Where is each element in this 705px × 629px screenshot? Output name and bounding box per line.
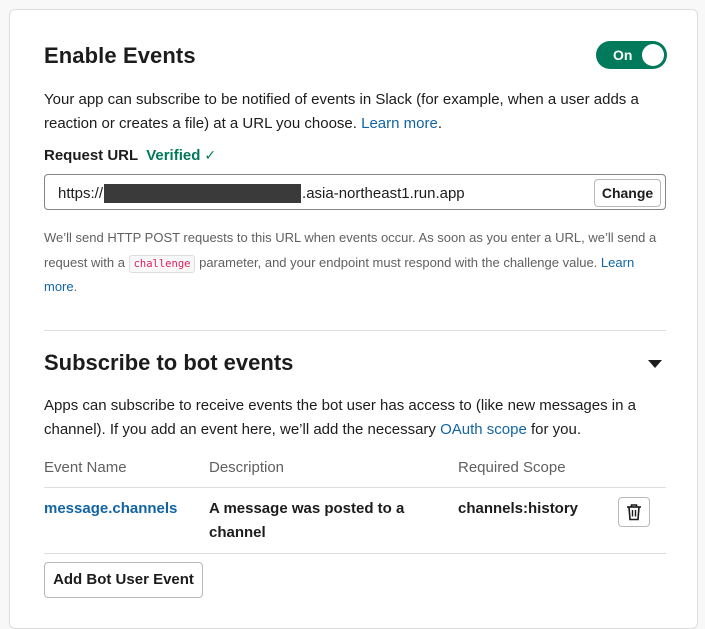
request-url-help-text: We’ll send HTTP POST requests to this UR… <box>44 230 657 294</box>
caret-down-icon[interactable] <box>648 360 662 368</box>
column-header-event-name: Event Name <box>44 459 127 476</box>
bot-events-description: Apps can subscribe to receive events the… <box>44 397 636 438</box>
request-url-value: https://.asia-northeast1.run.app <box>58 184 465 203</box>
event-subscriptions-card: Enable Events On Your app can subscribe … <box>9 9 698 629</box>
check-icon: ✓ <box>204 147 217 163</box>
challenge-code: challenge <box>128 254 196 273</box>
enable-events-description: Your app can subscribe to be notified of… <box>44 91 639 132</box>
table-row-divider <box>44 553 666 554</box>
change-url-button[interactable]: Change <box>594 179 661 207</box>
toggle-knob <box>642 44 664 66</box>
event-scope: channels:history <box>458 500 579 517</box>
table-header-divider <box>44 487 666 488</box>
event-name-link[interactable]: message.channels <box>44 497 177 521</box>
request-url-label-row: Request URL Verified ✓ <box>44 147 216 164</box>
oauth-scope-link[interactable]: OAuth scope <box>440 421 527 438</box>
section-divider <box>44 330 666 331</box>
bot-events-heading: Subscribe to bot events <box>44 350 294 375</box>
add-bot-user-event-button[interactable]: Add Bot User Event <box>44 562 203 598</box>
column-header-required-scope: Required Scope <box>458 459 566 476</box>
learn-more-link[interactable]: Learn more <box>361 115 438 132</box>
enable-events-toggle[interactable]: On <box>596 41 667 69</box>
verified-label: Verified <box>146 147 201 164</box>
redacted-block <box>104 184 302 203</box>
enable-events-heading: Enable Events <box>44 43 196 68</box>
trash-icon <box>627 504 641 521</box>
toggle-label: On <box>613 47 633 63</box>
request-url-field[interactable]: https://.asia-northeast1.run.app Change <box>44 174 666 210</box>
column-header-description: Description <box>209 459 285 476</box>
request-url-label: Request URL <box>44 147 139 164</box>
delete-event-button[interactable] <box>618 497 650 527</box>
event-description: A message was posted to a channel <box>209 500 405 541</box>
